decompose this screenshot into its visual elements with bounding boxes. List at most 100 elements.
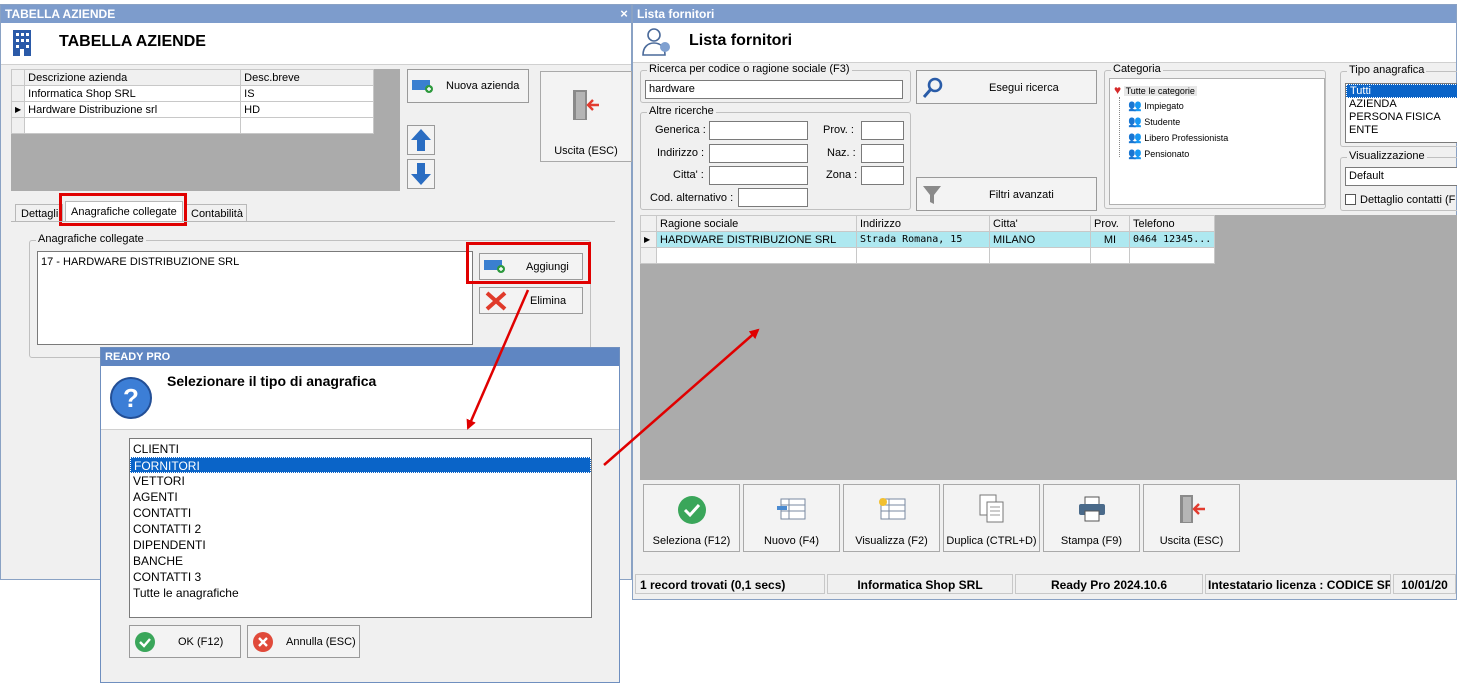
- building-icon: [13, 30, 31, 56]
- list-item[interactable]: Tutti: [1346, 84, 1457, 98]
- dialog-question: Selezionare il tipo di anagrafica: [167, 373, 377, 389]
- list-item[interactable]: BANCHE: [130, 553, 591, 569]
- column-header[interactable]: Citta': [989, 215, 1091, 232]
- tab-dettagli[interactable]: Dettagli: [15, 204, 63, 222]
- column-header[interactable]: Desc.breve: [240, 69, 375, 86]
- delete-button[interactable]: Elimina: [479, 287, 583, 314]
- users-icon: 👥: [1128, 132, 1142, 144]
- ok-button[interactable]: OK (F12): [129, 625, 241, 658]
- window-header: Lista fornitori: [633, 23, 1456, 63]
- table-cell[interactable]: 0464 12345...: [1128, 231, 1216, 248]
- prov-field[interactable]: [861, 121, 904, 140]
- move-up-button[interactable]: [407, 125, 435, 155]
- table-cell[interactable]: MI: [1090, 231, 1130, 248]
- table-cell[interactable]: HD: [240, 101, 375, 118]
- alt-code-field[interactable]: [738, 188, 808, 207]
- page-title: Lista fornitori: [689, 32, 793, 49]
- printer-icon: [1079, 496, 1105, 522]
- column-header[interactable]: Telefono: [1128, 215, 1216, 232]
- exit-door-icon: [573, 90, 599, 120]
- view-button[interactable]: Visualizza (F2): [843, 484, 940, 552]
- contact-detail-label: Dettaglio contatti (F: [1360, 194, 1456, 206]
- duplicate-pages-icon: [979, 494, 1004, 523]
- tree-item[interactable]: 👥 Studente: [1128, 115, 1180, 128]
- contact-detail-checkbox[interactable]: [1345, 194, 1356, 205]
- generic-field[interactable]: [709, 121, 808, 140]
- list-item[interactable]: 17 - HARDWARE DISTRIBUZIONE SRL: [38, 252, 472, 268]
- type-list[interactable]: Tutti AZIENDA PERSONA FISICA ENTE: [1345, 83, 1457, 143]
- row-pointer-icon: ▶: [10, 101, 26, 118]
- delete-x-icon: [485, 291, 507, 311]
- users-icon: 👥: [1128, 100, 1142, 112]
- exit-button[interactable]: Uscita (ESC): [1143, 484, 1240, 552]
- list-item[interactable]: CLIENTI: [130, 441, 591, 457]
- view-select[interactable]: Default: [1345, 167, 1457, 186]
- status-date: 10/01/20: [1393, 574, 1456, 594]
- table-row[interactable]: [10, 117, 375, 134]
- list-item[interactable]: CONTATTI 2: [130, 521, 591, 537]
- zona-label: Zona :: [826, 169, 858, 181]
- city-field[interactable]: [709, 166, 808, 185]
- prov-label: Prov. :: [823, 124, 854, 136]
- list-item[interactable]: VETTORI: [130, 473, 591, 489]
- list-item[interactable]: DIPENDENTI: [130, 537, 591, 553]
- list-item[interactable]: FORNITORI: [130, 457, 591, 473]
- table-row[interactable]: ▶ HARDWARE DISTRIBUZIONE SRL Strada Roma…: [640, 231, 1216, 248]
- view-grid-icon: [879, 498, 906, 520]
- address-field[interactable]: [709, 144, 808, 163]
- naz-label: Naz. :: [827, 147, 856, 159]
- new-grid-icon: [777, 498, 806, 520]
- companies-grid: Descrizione azienda Desc.breve Informati…: [10, 69, 400, 191]
- arrow-up-icon: [411, 129, 431, 151]
- advanced-filters-button[interactable]: Filtri avanzati: [916, 177, 1097, 211]
- list-item[interactable]: CONTATTI 3: [130, 569, 591, 585]
- column-header[interactable]: Ragione sociale: [656, 215, 857, 232]
- anagrafica-type-list[interactable]: CLIENTI FORNITORI VETTORI AGENTI CONTATT…: [129, 438, 592, 618]
- list-item[interactable]: AGENTI: [130, 489, 591, 505]
- new-company-button[interactable]: Nuova azienda: [407, 69, 529, 103]
- column-header[interactable]: Prov.: [1090, 215, 1130, 232]
- status-version: Ready Pro 2024.10.6: [1015, 574, 1203, 594]
- funnel-icon: [923, 186, 941, 204]
- table-cell[interactable]: Hardware Distribuzione srl: [24, 101, 242, 118]
- table-cell[interactable]: IS: [240, 85, 375, 102]
- svg-text:?: ?: [123, 383, 139, 413]
- table-cell[interactable]: HARDWARE DISTRIBUZIONE SRL: [656, 231, 857, 248]
- select-button[interactable]: Seleziona (F12): [643, 484, 740, 552]
- tab-contabilita[interactable]: Contabilità: [185, 204, 247, 222]
- search-button[interactable]: Esegui ricerca: [916, 70, 1097, 104]
- list-item[interactable]: Tutte le anagrafiche: [130, 585, 591, 601]
- list-item[interactable]: PERSONA FISICA: [1346, 111, 1457, 124]
- duplicate-button[interactable]: Duplica (CTRL+D): [943, 484, 1040, 552]
- print-button[interactable]: Stampa (F9): [1043, 484, 1140, 552]
- table-cell[interactable]: MILANO: [989, 231, 1091, 248]
- check-circle-icon: [678, 496, 706, 524]
- column-header[interactable]: Descrizione azienda: [24, 69, 242, 86]
- category-tree[interactable]: ♥ Tutte le categorie 👥 Impiegato 👥 Stude…: [1109, 78, 1325, 205]
- table-row[interactable]: [640, 247, 1216, 264]
- new-button[interactable]: Nuovo (F4): [743, 484, 840, 552]
- table-cell[interactable]: Strada Romana, 15: [856, 231, 990, 248]
- list-item[interactable]: ENTE: [1346, 124, 1457, 137]
- tree-root[interactable]: ♥ Tutte le categorie: [1114, 83, 1197, 97]
- table-row[interactable]: Informatica Shop SRL IS: [10, 85, 375, 102]
- close-icon[interactable]: ×: [617, 5, 631, 23]
- zona-field[interactable]: [861, 166, 904, 185]
- tree-item[interactable]: 👥 Impiegato: [1128, 99, 1184, 112]
- page-title: TABELLA AZIENDE: [59, 33, 206, 50]
- naz-field[interactable]: [861, 144, 904, 163]
- move-down-button[interactable]: [407, 159, 435, 189]
- exit-button[interactable]: Uscita (ESC): [540, 71, 632, 162]
- tree-item[interactable]: 👥 Pensionato: [1128, 147, 1189, 160]
- linked-list[interactable]: 17 - HARDWARE DISTRIBUZIONE SRL: [37, 251, 473, 345]
- tree-item[interactable]: 👥 Libero Professionista: [1128, 131, 1228, 144]
- status-license: Intestatario licenza : CODICE SRL: [1205, 574, 1391, 594]
- list-item[interactable]: AZIENDA: [1346, 98, 1457, 111]
- cancel-button[interactable]: Annulla (ESC): [247, 625, 360, 658]
- list-item[interactable]: CONTATTI: [130, 505, 591, 521]
- column-header[interactable]: Indirizzo: [856, 215, 990, 232]
- users-icon: 👥: [1128, 148, 1142, 160]
- search-input[interactable]: hardware: [645, 80, 903, 99]
- table-cell[interactable]: Informatica Shop SRL: [24, 85, 242, 102]
- table-row[interactable]: ▶ Hardware Distribuzione srl HD: [10, 101, 375, 118]
